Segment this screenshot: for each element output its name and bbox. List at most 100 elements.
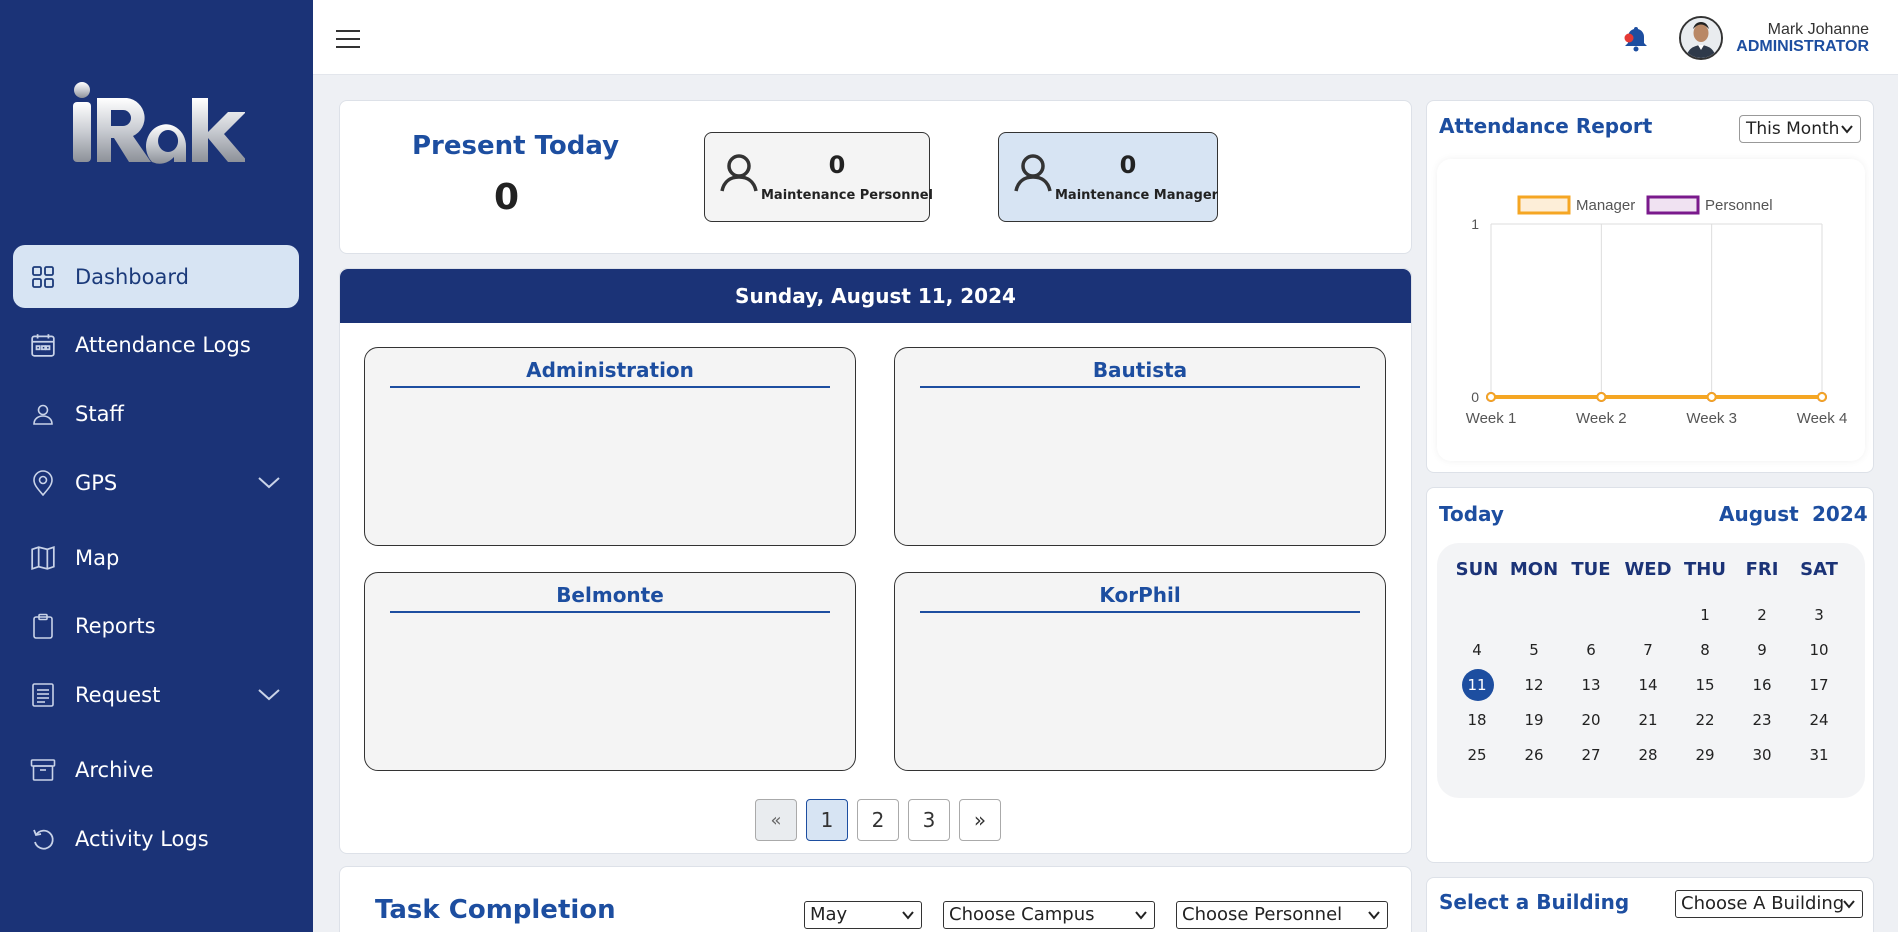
maintenance-personnel-box[interactable]: 0 Maintenance Personnel bbox=[704, 132, 933, 222]
calendar-day[interactable]: 7 bbox=[1623, 635, 1673, 665]
location-pin-icon bbox=[29, 469, 57, 497]
calendar-day[interactable]: 16 bbox=[1737, 670, 1787, 700]
calendar-day[interactable]: 27 bbox=[1566, 740, 1616, 770]
sidebar-item-label: Archive bbox=[75, 757, 154, 782]
sidebar-item-archive[interactable]: Archive bbox=[13, 738, 299, 801]
calendar-day[interactable]: 25 bbox=[1452, 740, 1502, 770]
calendar-day[interactable]: 29 bbox=[1680, 740, 1730, 770]
sidebar-item-request[interactable]: Request bbox=[13, 663, 299, 726]
calendar-day[interactable]: 22 bbox=[1680, 705, 1730, 735]
calendar-card: Today August 2024 SUN MON TUE WED THU FRI SAT 1… bbox=[1426, 487, 1874, 863]
sidebar-item-dashboard[interactable]: Dashboard bbox=[13, 245, 299, 308]
calendar-day[interactable]: 19 bbox=[1509, 705, 1559, 735]
building-card-bautista[interactable]: Bautista bbox=[894, 347, 1386, 546]
building-select-value: Choose A Building bbox=[1681, 893, 1845, 914]
sidebar-item-gps[interactable]: GPS bbox=[13, 451, 299, 514]
sidebar-item-staff[interactable]: Staff bbox=[13, 382, 299, 445]
personnel-label: Maintenance Personnel bbox=[761, 188, 933, 203]
refresh-history-icon bbox=[29, 825, 57, 853]
building-name: Administration bbox=[390, 358, 830, 388]
calendar-day[interactable]: 8 bbox=[1680, 635, 1730, 665]
calendar-day[interactable]: 13 bbox=[1566, 670, 1616, 700]
sidebar-item-activity-logs[interactable]: Activity Logs bbox=[13, 807, 299, 870]
calendar-day[interactable]: 28 bbox=[1623, 740, 1673, 770]
pagination-page-3[interactable]: 3 bbox=[908, 799, 950, 841]
legend-label: Personnel bbox=[1705, 197, 1773, 214]
hamburger-menu-icon[interactable] bbox=[336, 30, 360, 50]
chevron-down-icon[interactable] bbox=[257, 683, 281, 707]
itrak-logo bbox=[73, 82, 245, 164]
calendar-day[interactable]: 5 bbox=[1509, 635, 1559, 665]
calendar-day[interactable]: 15 bbox=[1680, 670, 1730, 700]
building-select[interactable]: Choose A Building bbox=[1675, 890, 1863, 918]
sidebar-item-reports[interactable]: Reports bbox=[13, 594, 299, 657]
attendance-report-title: Attendance Report bbox=[1439, 114, 1653, 138]
task-completion-title: Task Completion bbox=[375, 895, 616, 925]
attendance-report-card: Attendance Report This Month 0 1 Week 1 Wee… bbox=[1426, 100, 1874, 473]
calendar-day[interactable]: 12 bbox=[1509, 670, 1559, 700]
pagination-page-2[interactable]: 2 bbox=[857, 799, 899, 841]
sidebar: Dashboard Attendance Logs Staff GPS Map … bbox=[0, 0, 313, 932]
sidebar-item-label: Request bbox=[75, 682, 161, 707]
pagination-next[interactable]: » bbox=[959, 799, 1001, 841]
x-tick-label: Week 1 bbox=[1466, 410, 1517, 427]
select-building-title: Select a Building bbox=[1439, 890, 1630, 914]
attendance-chart-panel: 0 1 Week 1 Week 2 Week 3 Week 4 Manager Personn… bbox=[1437, 159, 1865, 461]
calendar-day[interactable]: 30 bbox=[1737, 740, 1787, 770]
building-card-korphil[interactable]: KorPhil bbox=[894, 572, 1386, 771]
sidebar-item-map[interactable]: Map bbox=[13, 526, 299, 589]
personnel-select[interactable]: Choose Personnel bbox=[1176, 901, 1388, 929]
weekday-header: THU bbox=[1684, 559, 1726, 580]
campus-select-value: Choose Campus bbox=[949, 904, 1095, 925]
weekday-header: FRI bbox=[1745, 559, 1779, 580]
person-icon bbox=[29, 400, 57, 428]
calendar-day[interactable]: 17 bbox=[1794, 670, 1844, 700]
personnel-count: 0 bbox=[828, 151, 846, 179]
calendar-day[interactable]: 10 bbox=[1794, 635, 1844, 665]
building-card-belmonte[interactable]: Belmonte bbox=[364, 572, 856, 771]
x-tick-label: Week 2 bbox=[1576, 410, 1627, 427]
building-card-administration[interactable]: Administration bbox=[364, 347, 856, 546]
calendar-day[interactable]: 4 bbox=[1452, 635, 1502, 665]
calendar-day[interactable]: 24 bbox=[1794, 705, 1844, 735]
calendar-day[interactable]: 23 bbox=[1737, 705, 1787, 735]
building-name: Belmonte bbox=[390, 583, 830, 613]
calendar-day[interactable]: 6 bbox=[1566, 635, 1616, 665]
maintenance-manager-box[interactable]: 0 Maintenance Manager bbox=[998, 132, 1218, 222]
month-select-value: May bbox=[810, 904, 848, 925]
notification-bell-icon[interactable] bbox=[1622, 24, 1650, 52]
calendar-day-today[interactable]: 11 bbox=[1452, 669, 1502, 701]
pagination-prev[interactable]: « bbox=[755, 799, 797, 841]
calendar-day[interactable]: 9 bbox=[1737, 635, 1787, 665]
avatar[interactable] bbox=[1679, 16, 1723, 60]
calendar-day[interactable]: 18 bbox=[1452, 705, 1502, 735]
pagination: « 1 2 3 » bbox=[755, 799, 1001, 841]
weekday-header: TUE bbox=[1571, 559, 1611, 580]
calendar-day[interactable]: 2 bbox=[1737, 600, 1787, 630]
calendar-day[interactable]: 26 bbox=[1509, 740, 1559, 770]
calendar-day[interactable]: 21 bbox=[1623, 705, 1673, 735]
sidebar-item-label: Attendance Logs bbox=[75, 332, 251, 357]
pagination-page-1[interactable]: 1 bbox=[806, 799, 848, 841]
x-tick-label: Week 3 bbox=[1686, 410, 1737, 427]
month-select[interactable]: May bbox=[804, 901, 922, 929]
calendar-grid: SUN MON TUE WED THU FRI SAT 1 2 3 4 5 6 7 8 9 10 11 12 13 14… bbox=[1437, 543, 1865, 798]
calendar-day[interactable]: 3 bbox=[1794, 600, 1844, 630]
sidebar-item-attendance-logs[interactable]: Attendance Logs bbox=[13, 313, 299, 376]
calendar-day[interactable]: 31 bbox=[1794, 740, 1844, 770]
chevron-down-icon bbox=[1368, 911, 1380, 920]
archive-box-icon bbox=[29, 756, 57, 784]
calendar-day[interactable]: 20 bbox=[1566, 705, 1616, 735]
attendance-range-select[interactable]: This Month bbox=[1739, 115, 1861, 143]
calendar-day[interactable]: 1 bbox=[1680, 600, 1730, 630]
chevron-down-icon bbox=[902, 911, 914, 920]
sidebar-item-label: Reports bbox=[75, 613, 156, 638]
select-building-card: Select a Building Choose A Building bbox=[1426, 877, 1874, 932]
chevron-down-icon[interactable] bbox=[257, 471, 281, 495]
campus-select[interactable]: Choose Campus bbox=[943, 901, 1155, 929]
current-date-bar: Sunday, August 11, 2024 bbox=[340, 269, 1411, 323]
chevron-down-icon bbox=[1135, 911, 1147, 920]
attendance-line-chart: 0 1 Week 1 Week 2 Week 3 Week 4 Manager Personn… bbox=[1466, 195, 1847, 427]
calendar-today-label[interactable]: Today bbox=[1439, 502, 1504, 526]
calendar-day[interactable]: 14 bbox=[1623, 670, 1673, 700]
